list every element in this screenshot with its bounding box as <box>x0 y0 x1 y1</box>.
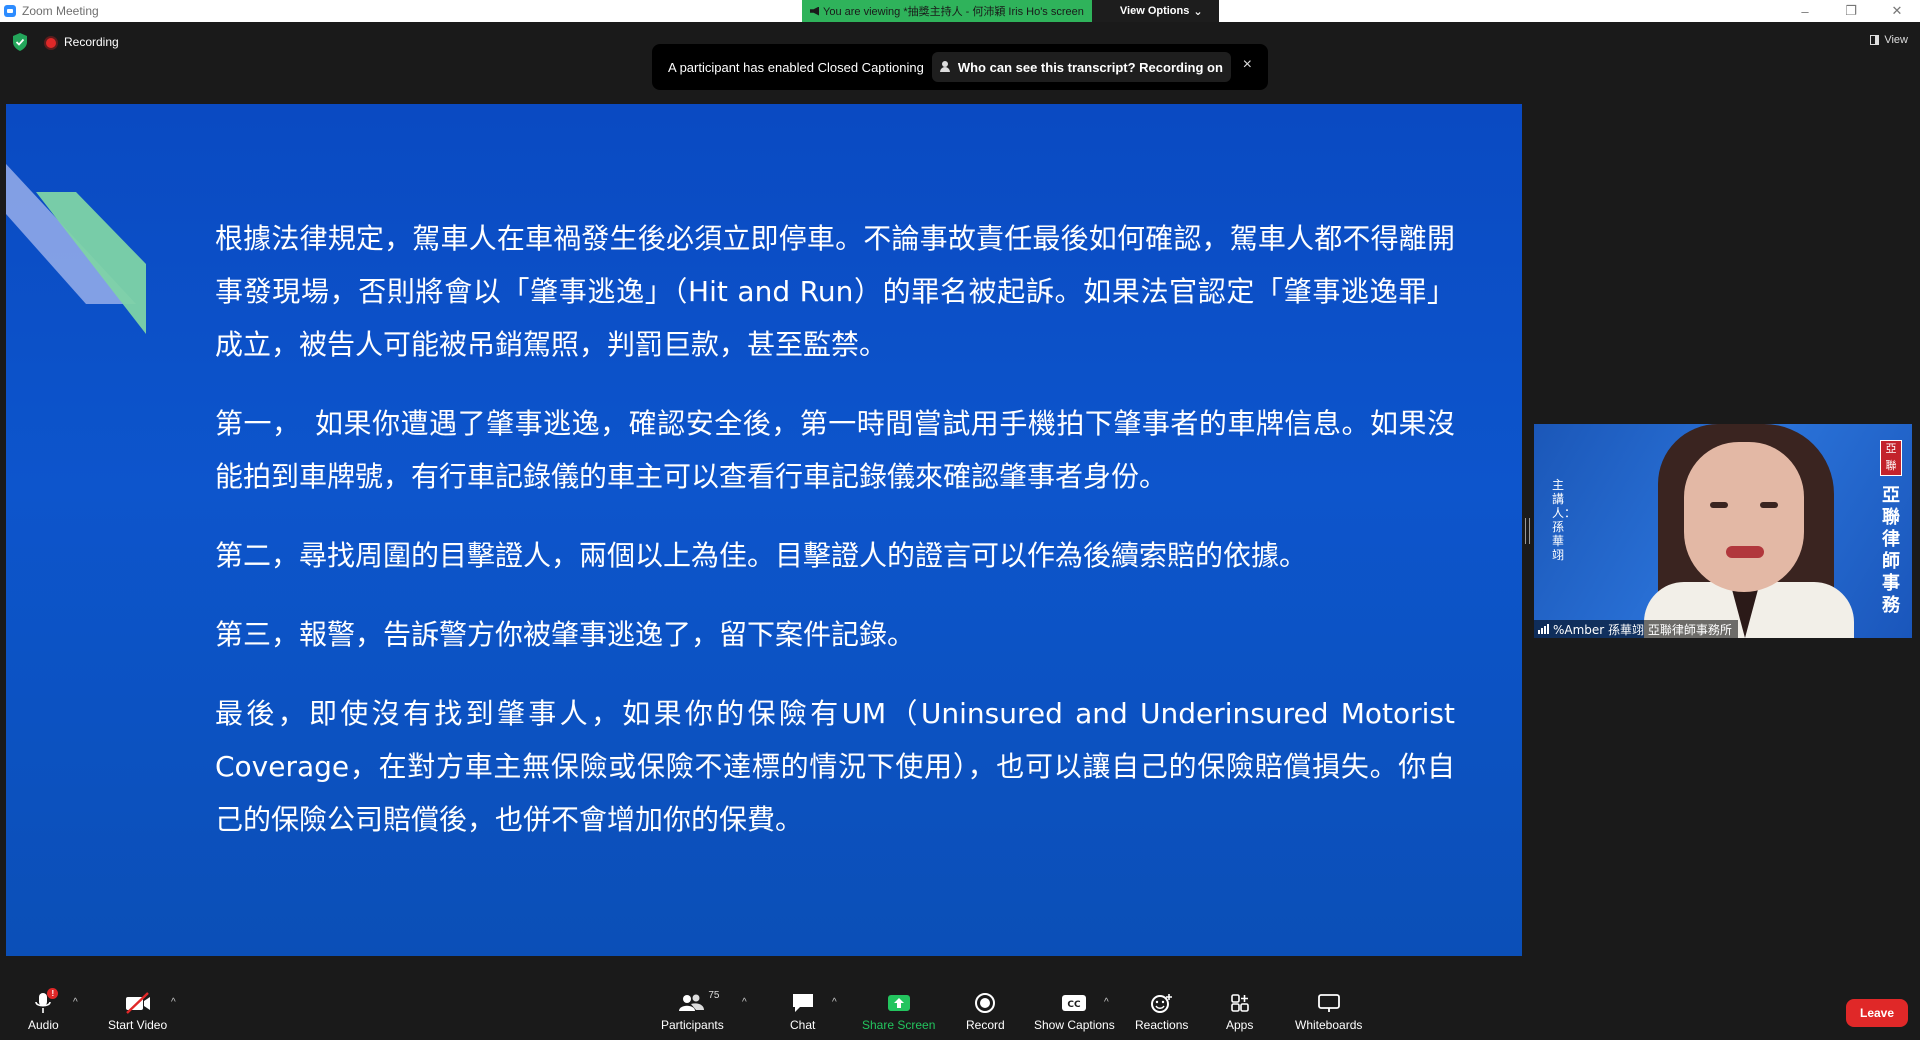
slide-paragraph: 第一， 如果你遭遇了肇事逃逸，確認安全後，第一時間嘗試用手機拍下肇事者的車牌信息… <box>215 407 1455 493</box>
screen-share-banner: You are viewing *抽獎主持人 - 何沛穎 Iris Ho's s… <box>802 0 1219 22</box>
apps-button[interactable]: Apps <box>1226 990 1253 1032</box>
recording-label[interactable]: Recording <box>64 35 119 49</box>
chat-button[interactable]: Chat <box>790 990 815 1032</box>
reactions-button[interactable]: Reactions <box>1135 990 1188 1032</box>
start-video-button[interactable]: Start Video <box>108 990 167 1032</box>
participants-icon: 75 <box>678 990 719 1016</box>
person-icon <box>939 61 952 73</box>
view-label: View <box>1884 34 1908 46</box>
whiteboards-label: Whiteboards <box>1295 1018 1363 1032</box>
slide-decoration-graphic <box>6 164 146 334</box>
participant-eye <box>1710 502 1728 508</box>
apps-label: Apps <box>1226 1018 1254 1032</box>
apps-icon <box>1230 990 1250 1016</box>
security-shield-icon[interactable] <box>12 33 28 51</box>
show-captions-label: Show Captions <box>1034 1018 1115 1032</box>
record-label: Record <box>966 1018 1005 1032</box>
audio-label: Audio <box>28 1018 59 1032</box>
video-options-caret[interactable]: ^ <box>171 997 176 1008</box>
panel-resize-handle[interactable] <box>1525 518 1530 544</box>
participants-button[interactable]: 75 Participants <box>661 990 724 1032</box>
view-button[interactable]: View <box>1870 34 1908 46</box>
close-notification-button[interactable]: × <box>1243 56 1252 74</box>
view-layout-icon <box>1870 35 1880 45</box>
recording-icon <box>46 38 56 48</box>
window-title: Zoom Meeting <box>22 4 99 18</box>
share-screen-label: Share Screen <box>862 1018 936 1032</box>
signal-strength-icon <box>1538 624 1549 634</box>
closed-captions-icon: CC <box>1061 990 1087 1016</box>
participant-name-tag: %Amber 孫華翊 亞聯律師事務所 <box>1534 620 1738 638</box>
participant-face <box>1684 442 1804 592</box>
minimize-button[interactable]: – <box>1782 0 1828 22</box>
microphone-icon: ! <box>34 988 59 1016</box>
chevron-down-icon: ⌄ <box>1193 5 1203 18</box>
participant-eye <box>1760 502 1778 508</box>
slide-paragraph: 第三，報警，告訴警方你被肇事逃逸了，留下案件記錄。 <box>215 618 916 651</box>
restore-button[interactable]: ❐ <box>1828 0 1874 22</box>
reactions-label: Reactions <box>1135 1018 1189 1032</box>
cc-message: A participant has enabled Closed Caption… <box>668 59 924 75</box>
leave-meeting-button[interactable]: Leave <box>1846 999 1908 1027</box>
participant-mouth <box>1726 546 1764 558</box>
slide-paragraph: 第二，尋找周圍的目擊證人，兩個以上為佳。目擊證人的證言可以作為後續索賠的依據。 <box>215 539 1308 572</box>
whiteboard-icon <box>1317 990 1341 1016</box>
firm-seal-logo: 亞聯 <box>1880 440 1902 476</box>
participants-label: Participants <box>661 1018 724 1032</box>
chat-options-caret[interactable]: ^ <box>832 997 837 1008</box>
participants-options-caret[interactable]: ^ <box>742 997 747 1008</box>
meeting-toolbar <box>0 970 1920 1040</box>
slide-paragraph: 最後，即使沒有找到肇事人，如果你的保險有UM（Uninsured and Und… <box>215 697 1455 836</box>
record-icon <box>974 990 996 1016</box>
share-screen-icon <box>887 990 911 1016</box>
transcript-visibility-label: Who can see this transcript? Recording o… <box>957 59 1223 75</box>
speaker-caption-vertical: 主講人：孫華翊 <box>1552 478 1577 562</box>
viewing-screen-indicator: You are viewing *抽獎主持人 - 何沛穎 Iris Ho's s… <box>802 0 1092 22</box>
start-video-label: Start Video <box>108 1018 168 1032</box>
reactions-icon <box>1150 990 1174 1016</box>
shared-screen-slide: 根據法律規定，駕車人在車禍發生後必須立即停車。不論事故責任最後如何確認，駕車人都… <box>6 104 1522 956</box>
video-off-icon <box>124 990 152 1016</box>
chat-icon <box>791 990 815 1016</box>
firm-name-vertical: 亞聯律師事務 <box>1882 485 1900 615</box>
participant-video-tile[interactable]: 主講人：孫華翊 亞聯 亞聯律師事務 %Amber 孫華翊 亞聯律師事務所 <box>1534 424 1912 638</box>
whiteboards-button[interactable]: Whiteboards <box>1295 990 1362 1032</box>
share-screen-button[interactable]: Share Screen <box>862 990 935 1032</box>
participant-name: %Amber 孫華翊 亞聯律師事務所 <box>1553 622 1732 637</box>
viewing-screen-text: You are viewing *抽獎主持人 - 何沛穎 Iris Ho's s… <box>823 6 1084 18</box>
chat-label: Chat <box>790 1018 816 1032</box>
slide-text: 根據法律規定，駕車人在車禍發生後必須立即停車。不論事故責任最後如何確認，駕車人都… <box>215 212 1455 872</box>
transcript-visibility-link[interactable]: Who can see this transcript? Recording o… <box>931 52 1231 82</box>
view-options-button[interactable]: View Options ⌄ <box>1091 0 1219 22</box>
view-options-label: View Options <box>1119 5 1190 17</box>
audio-options-caret[interactable]: ^ <box>73 997 78 1008</box>
record-button[interactable]: Record <box>966 990 1005 1032</box>
close-window-button[interactable]: ✕ <box>1874 0 1920 22</box>
slide-paragraph: 根據法律規定，駕車人在車禍發生後必須立即停車。不論事故責任最後如何確認，駕車人都… <box>215 222 1455 361</box>
audio-warning-badge: ! <box>47 988 59 999</box>
zoom-app-icon <box>4 5 16 17</box>
window-controls: – ❐ ✕ <box>1782 0 1920 22</box>
show-captions-button[interactable]: CC Show Captions <box>1034 990 1115 1032</box>
speaker-icon <box>810 6 819 16</box>
participants-count: 75 <box>708 990 720 1001</box>
captions-options-caret[interactable]: ^ <box>1104 997 1109 1008</box>
svg-text:CC: CC <box>1068 1000 1082 1010</box>
audio-button[interactable]: ! Audio <box>28 988 59 1032</box>
closed-captioning-notification: A participant has enabled Closed Caption… <box>652 44 1268 90</box>
